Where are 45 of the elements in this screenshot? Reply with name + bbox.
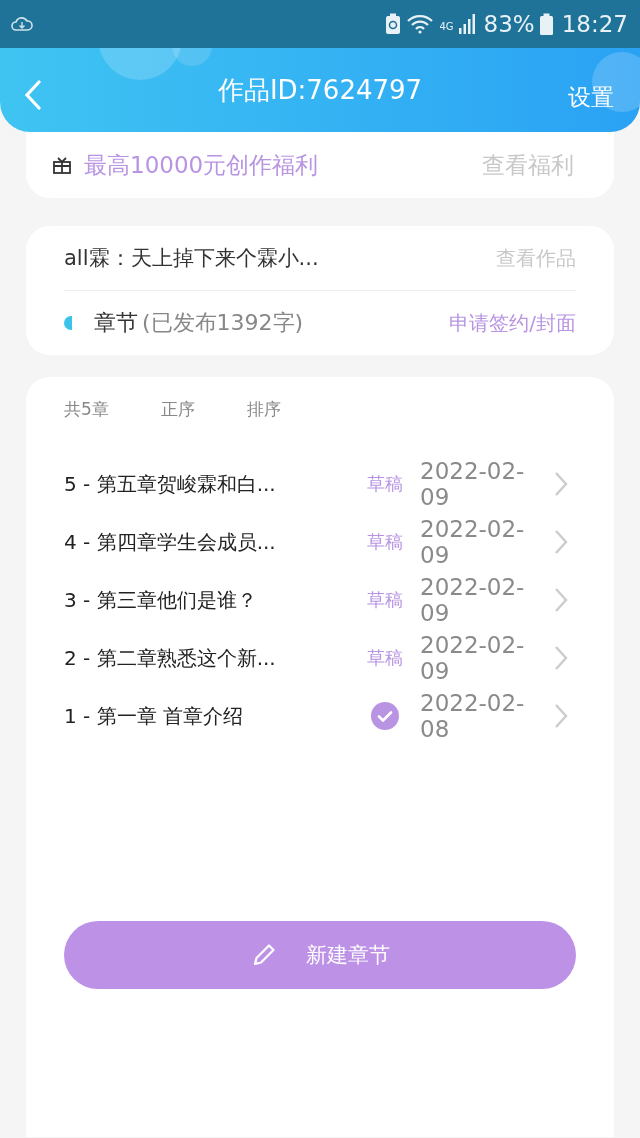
word-count: (已发布1392字) [142, 309, 304, 337]
chapter-title: 5 - 第五章贺峻霖和白... [64, 470, 277, 498]
cloud-icon [10, 15, 34, 33]
apply-contract-link[interactable]: 申请签约/封面 [449, 309, 576, 337]
chevron-right-icon [554, 645, 568, 671]
battery-saver-icon [385, 13, 402, 35]
chapter-title: 4 - 第四章学生会成员... [64, 528, 277, 556]
draft-tag: 草稿 [367, 646, 403, 670]
gift-icon [52, 155, 72, 175]
chevron-right-icon [554, 471, 568, 497]
section-marker [64, 316, 72, 330]
bubble [592, 52, 640, 112]
chevron-right-icon [554, 703, 568, 729]
back-icon [24, 80, 42, 110]
back-button[interactable] [24, 80, 42, 110]
chapter-title: 3 - 第三章他们是谁？ [64, 586, 258, 614]
page-title: 作品ID:7624797 [217, 73, 423, 107]
draft-tag: 草稿 [367, 472, 403, 496]
chapter-row[interactable]: 1 - 第一章 首章介绍 2022-02-08 [64, 687, 576, 745]
check-icon [371, 702, 399, 730]
work-title: all霖：天上掉下来个霖小... [64, 245, 319, 272]
chapter-date: 2022-02-09 [420, 573, 526, 627]
sort-button[interactable]: 排序 [246, 397, 281, 421]
chevron-right-icon [554, 529, 568, 555]
order-button[interactable]: 正序 [160, 397, 195, 421]
chapter-date: 2022-02-08 [420, 689, 526, 743]
chapter-title: 1 - 第一章 首章介绍 [64, 702, 244, 730]
chapter-title: 2 - 第二章熟悉这个新... [64, 644, 277, 672]
chapter-date: 2022-02-09 [420, 515, 526, 569]
section-label: 章节 [94, 309, 138, 337]
chapter-date: 2022-02-09 [420, 631, 526, 685]
new-chapter-button[interactable]: 新建章节 [64, 921, 576, 989]
chapter-count: 共5章 [64, 397, 109, 421]
signal-icon [458, 14, 475, 34]
settings-button[interactable]: 设置 [568, 82, 614, 113]
battery-icon [539, 13, 553, 35]
wifi-icon [406, 14, 435, 34]
chapter-date: 2022-02-09 [420, 457, 526, 511]
clock: 18:27 [561, 11, 628, 37]
draft-tag: 草稿 [367, 530, 403, 554]
draft-tag: 草稿 [367, 588, 403, 612]
chevron-right-icon [554, 587, 568, 613]
promo-text: 最高10000元创作福利 [84, 150, 320, 180]
network-type: 4G [439, 21, 454, 32]
battery-percent: 83% [483, 11, 535, 37]
